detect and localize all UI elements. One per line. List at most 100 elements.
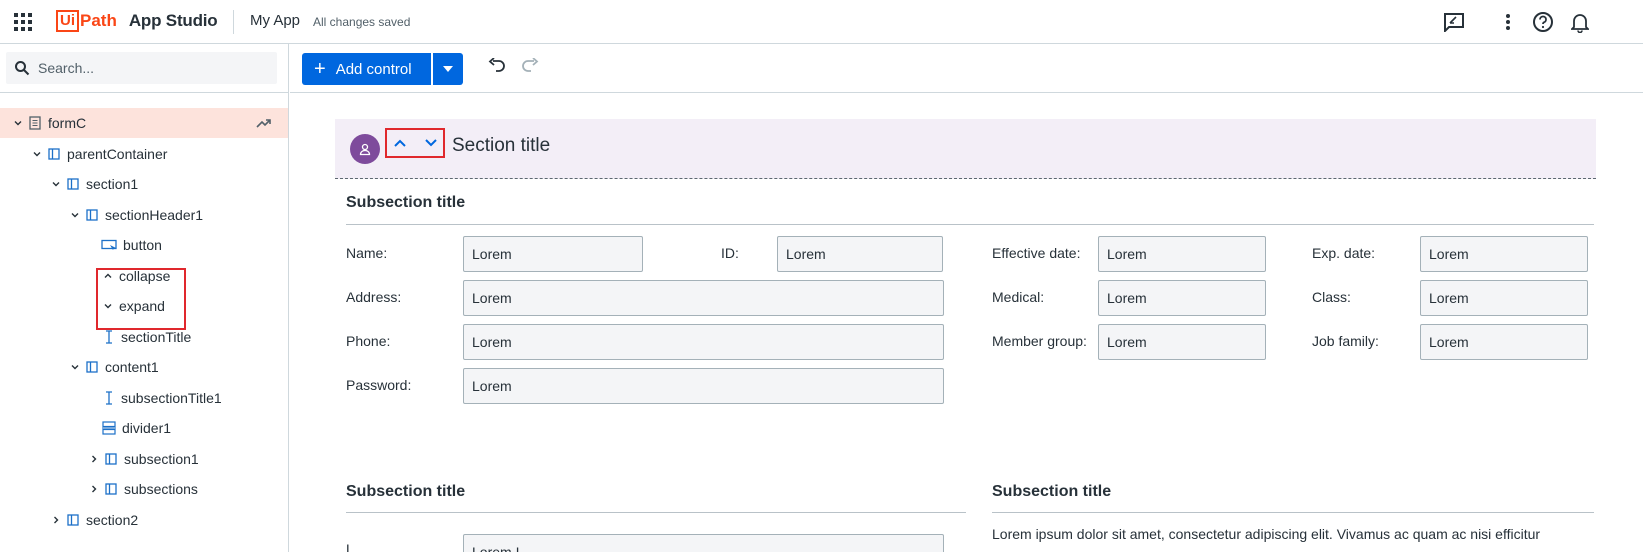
name-input[interactable] xyxy=(463,236,643,272)
subsection-divider xyxy=(346,512,966,513)
container-icon xyxy=(47,147,61,161)
chevron-down-icon[interactable] xyxy=(31,148,43,160)
tree-item-formc[interactable]: formC xyxy=(0,108,288,138)
add-control-dropdown-button[interactable] xyxy=(433,53,463,85)
add-control-button[interactable]: + Add control xyxy=(302,53,431,85)
trending-up-icon[interactable] xyxy=(256,116,272,132)
tree-item-label: section2 xyxy=(86,512,139,528)
container-icon xyxy=(104,482,118,496)
id-input[interactable] xyxy=(777,236,943,272)
password-input[interactable] xyxy=(463,368,944,404)
tree-item-label: subsectionTitle1 xyxy=(121,390,222,406)
tree-item-label: button xyxy=(123,237,162,253)
tree-item-parentcontainer[interactable]: parentContainer xyxy=(0,139,288,169)
more-vert-icon[interactable] xyxy=(1496,10,1520,34)
class-input[interactable] xyxy=(1420,280,1588,316)
exp-date-input[interactable] xyxy=(1420,236,1588,272)
phone-label: Phone: xyxy=(346,333,391,349)
person-icon[interactable] xyxy=(350,134,380,164)
tree-item-label: subsections xyxy=(124,481,198,497)
save-status: All changes saved xyxy=(313,15,411,29)
header-divider xyxy=(233,10,234,34)
chevron-up-icon xyxy=(394,139,406,147)
search-box xyxy=(6,52,277,84)
job-family-label: Job family: xyxy=(1312,333,1379,349)
uipath-logo[interactable]: Ui Path App Studio xyxy=(56,9,218,33)
tree-item-label: sectionHeader1 xyxy=(105,207,204,223)
address-input[interactable] xyxy=(463,280,944,316)
container-icon xyxy=(66,177,80,191)
tree-item-label: divider1 xyxy=(122,420,172,436)
redo-icon[interactable] xyxy=(521,57,539,75)
app-name[interactable]: My App xyxy=(250,12,300,29)
tree-item-section2[interactable]: section2 xyxy=(0,505,288,535)
tree-item-sectionheader1[interactable]: sectionHeader1 xyxy=(0,200,288,230)
undo-icon[interactable] xyxy=(488,57,506,75)
chevron-down-icon[interactable] xyxy=(69,209,81,221)
subsection-title: Subsection title xyxy=(346,483,466,500)
section-title: Section title xyxy=(452,135,551,156)
button-icon xyxy=(101,238,117,252)
container-icon xyxy=(104,452,118,466)
job-family-input[interactable] xyxy=(1420,324,1588,360)
chevron-right-icon[interactable] xyxy=(50,514,62,526)
add-control-label: Add control xyxy=(335,60,412,78)
effective-date-label: Effective date: xyxy=(992,245,1081,261)
tree-item-button[interactable]: button xyxy=(0,230,288,260)
toolbar: + Add control xyxy=(290,44,1643,93)
tree-item-subsectiontitle1[interactable]: subsectionTitle1 xyxy=(0,383,288,413)
tree-item-subsection1[interactable]: subsection1 xyxy=(0,444,288,474)
address-label: Address: xyxy=(346,289,402,305)
section-header[interactable]: Section title xyxy=(335,119,1596,179)
help-icon[interactable] xyxy=(1531,10,1555,34)
chevron-down-icon xyxy=(425,139,437,147)
feedback-icon[interactable] xyxy=(1442,10,1466,34)
medical-label: Medical: xyxy=(992,289,1045,305)
top-bar: Ui Path App Studio My App All changes sa… xyxy=(0,0,1643,44)
chevron-right-icon[interactable] xyxy=(88,483,100,495)
search-icon xyxy=(14,60,30,79)
logo-path: Path xyxy=(80,11,117,30)
tree-item-label: sectionTitle xyxy=(121,329,192,345)
container-icon xyxy=(85,360,99,374)
medical-input[interactable] xyxy=(1098,280,1266,316)
field-label: L xyxy=(346,541,354,552)
password-label: Password: xyxy=(346,377,412,393)
tree-item-label: subsection1 xyxy=(124,451,199,467)
logo-ui: Ui xyxy=(56,10,79,32)
highlight-box-tree xyxy=(96,268,186,330)
exp-date-label: Exp. date: xyxy=(1312,245,1376,261)
design-canvas: Section title Subsection title Name: ID:… xyxy=(290,94,1643,552)
lorem-paragraph: Lorem ipsum dolor sit amet, consectetur … xyxy=(992,526,1541,542)
collapse-button[interactable] xyxy=(391,134,409,152)
tree-item-subsections[interactable]: subsections xyxy=(0,474,288,504)
bell-icon[interactable] xyxy=(1568,10,1592,34)
panel-divider xyxy=(0,92,289,93)
chevron-down-icon[interactable] xyxy=(69,361,81,373)
phone-input[interactable] xyxy=(463,324,944,360)
chevron-right-icon[interactable] xyxy=(88,453,100,465)
effective-date-input[interactable] xyxy=(1098,236,1266,272)
subsection-title: Subsection title xyxy=(346,194,466,211)
name-label: Name: xyxy=(346,245,388,261)
tree-item-content1[interactable]: content1 xyxy=(0,352,288,382)
chevron-down-icon[interactable] xyxy=(50,178,62,190)
member-group-input[interactable] xyxy=(1098,324,1266,360)
expand-button[interactable] xyxy=(422,134,440,152)
tree-item-label: formC xyxy=(48,115,87,131)
tree-item-section1[interactable]: section1 xyxy=(0,169,288,199)
tree-item-label: section1 xyxy=(86,176,139,192)
tree-item-divider1[interactable]: divider1 xyxy=(0,413,288,443)
id-label: ID: xyxy=(721,245,739,261)
subsection-title: Subsection title xyxy=(992,483,1112,500)
plus-icon: + xyxy=(314,58,326,80)
search-input[interactable] xyxy=(38,52,268,84)
caret-down-icon xyxy=(443,66,453,72)
tree-item-label: parentContainer xyxy=(67,146,168,162)
tree-item-label: content1 xyxy=(105,359,159,375)
apps-grid-icon[interactable] xyxy=(14,13,32,31)
container-icon xyxy=(85,208,99,222)
chevron-down-icon[interactable] xyxy=(12,117,24,129)
text-icon xyxy=(103,330,115,344)
field-input[interactable] xyxy=(463,534,944,552)
